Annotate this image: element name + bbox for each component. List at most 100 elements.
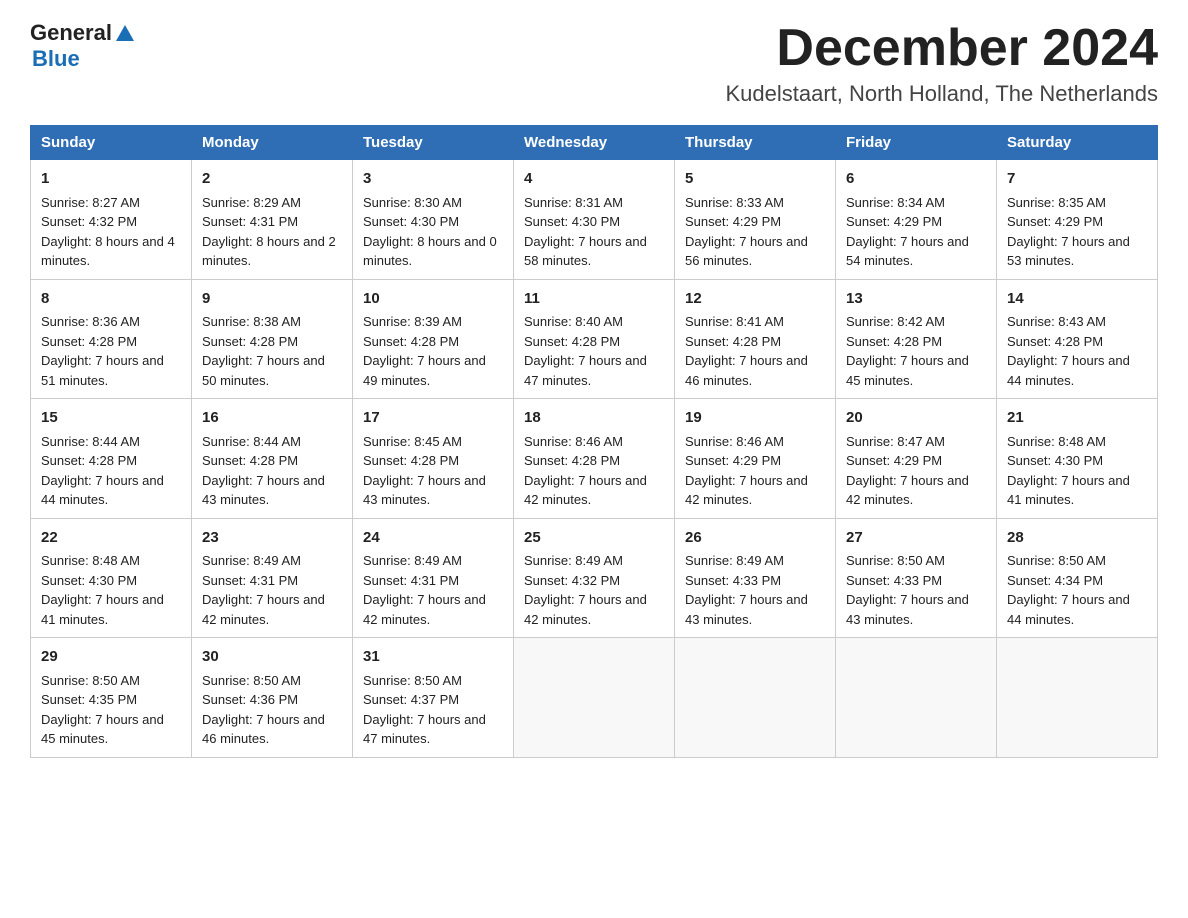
calendar-day-cell: 27Sunrise: 8:50 AMSunset: 4:33 PMDayligh…: [836, 518, 997, 638]
day-number: 1: [41, 168, 181, 191]
header: General Blue December 2024 Kudelstaart, …: [30, 20, 1158, 107]
calendar-day-cell: 16Sunrise: 8:44 AMSunset: 4:28 PMDayligh…: [192, 399, 353, 519]
calendar-day-cell: 29Sunrise: 8:50 AMSunset: 4:35 PMDayligh…: [31, 638, 192, 758]
logo-blue-text: Blue: [32, 46, 80, 72]
day-info: Sunrise: 8:49 AMSunset: 4:31 PMDaylight:…: [363, 551, 503, 629]
weekday-header-wednesday: Wednesday: [514, 126, 675, 160]
day-number: 3: [363, 168, 503, 191]
day-info: Sunrise: 8:49 AMSunset: 4:33 PMDaylight:…: [685, 551, 825, 629]
calendar-day-cell: 6Sunrise: 8:34 AMSunset: 4:29 PMDaylight…: [836, 160, 997, 280]
day-number: 22: [41, 527, 181, 550]
calendar-day-cell: 20Sunrise: 8:47 AMSunset: 4:29 PMDayligh…: [836, 399, 997, 519]
day-info: Sunrise: 8:38 AMSunset: 4:28 PMDaylight:…: [202, 312, 342, 390]
day-info: Sunrise: 8:31 AMSunset: 4:30 PMDaylight:…: [524, 193, 664, 271]
day-number: 11: [524, 288, 664, 311]
day-number: 20: [846, 407, 986, 430]
weekday-header-sunday: Sunday: [31, 126, 192, 160]
day-info: Sunrise: 8:49 AMSunset: 4:32 PMDaylight:…: [524, 551, 664, 629]
day-info: Sunrise: 8:46 AMSunset: 4:29 PMDaylight:…: [685, 432, 825, 510]
day-info: Sunrise: 8:39 AMSunset: 4:28 PMDaylight:…: [363, 312, 503, 390]
day-info: Sunrise: 8:49 AMSunset: 4:31 PMDaylight:…: [202, 551, 342, 629]
day-info: Sunrise: 8:34 AMSunset: 4:29 PMDaylight:…: [846, 193, 986, 271]
weekday-header-monday: Monday: [192, 126, 353, 160]
calendar-week-row: 1Sunrise: 8:27 AMSunset: 4:32 PMDaylight…: [31, 160, 1158, 280]
calendar-title: December 2024: [725, 20, 1158, 77]
title-area: December 2024 Kudelstaart, North Holland…: [725, 20, 1158, 107]
day-number: 30: [202, 646, 342, 669]
day-number: 23: [202, 527, 342, 550]
calendar-day-cell: 21Sunrise: 8:48 AMSunset: 4:30 PMDayligh…: [997, 399, 1158, 519]
day-number: 31: [363, 646, 503, 669]
day-number: 7: [1007, 168, 1147, 191]
calendar-day-cell: [675, 638, 836, 758]
day-info: Sunrise: 8:50 AMSunset: 4:34 PMDaylight:…: [1007, 551, 1147, 629]
calendar-day-cell: 26Sunrise: 8:49 AMSunset: 4:33 PMDayligh…: [675, 518, 836, 638]
calendar-day-cell: 17Sunrise: 8:45 AMSunset: 4:28 PMDayligh…: [353, 399, 514, 519]
day-info: Sunrise: 8:44 AMSunset: 4:28 PMDaylight:…: [41, 432, 181, 510]
calendar-day-cell: 12Sunrise: 8:41 AMSunset: 4:28 PMDayligh…: [675, 279, 836, 399]
weekday-header-saturday: Saturday: [997, 126, 1158, 160]
calendar-day-cell: 4Sunrise: 8:31 AMSunset: 4:30 PMDaylight…: [514, 160, 675, 280]
day-info: Sunrise: 8:50 AMSunset: 4:33 PMDaylight:…: [846, 551, 986, 629]
day-number: 15: [41, 407, 181, 430]
calendar-header-row: SundayMondayTuesdayWednesdayThursdayFrid…: [31, 126, 1158, 160]
calendar-day-cell: 1Sunrise: 8:27 AMSunset: 4:32 PMDaylight…: [31, 160, 192, 280]
day-number: 26: [685, 527, 825, 550]
day-info: Sunrise: 8:36 AMSunset: 4:28 PMDaylight:…: [41, 312, 181, 390]
logo: General Blue: [30, 20, 134, 72]
logo-triangle-icon: [116, 24, 134, 42]
day-number: 17: [363, 407, 503, 430]
calendar-day-cell: 5Sunrise: 8:33 AMSunset: 4:29 PMDaylight…: [675, 160, 836, 280]
day-number: 8: [41, 288, 181, 311]
calendar-day-cell: 15Sunrise: 8:44 AMSunset: 4:28 PMDayligh…: [31, 399, 192, 519]
calendar-body: 1Sunrise: 8:27 AMSunset: 4:32 PMDaylight…: [31, 160, 1158, 758]
day-number: 19: [685, 407, 825, 430]
day-info: Sunrise: 8:48 AMSunset: 4:30 PMDaylight:…: [41, 551, 181, 629]
calendar-day-cell: 9Sunrise: 8:38 AMSunset: 4:28 PMDaylight…: [192, 279, 353, 399]
day-number: 12: [685, 288, 825, 311]
calendar-day-cell: 7Sunrise: 8:35 AMSunset: 4:29 PMDaylight…: [997, 160, 1158, 280]
calendar-day-cell: [836, 638, 997, 758]
day-number: 14: [1007, 288, 1147, 311]
calendar-day-cell: 24Sunrise: 8:49 AMSunset: 4:31 PMDayligh…: [353, 518, 514, 638]
day-info: Sunrise: 8:50 AMSunset: 4:37 PMDaylight:…: [363, 671, 503, 749]
calendar-day-cell: 3Sunrise: 8:30 AMSunset: 4:30 PMDaylight…: [353, 160, 514, 280]
logo-general-text: General: [30, 20, 112, 46]
day-info: Sunrise: 8:41 AMSunset: 4:28 PMDaylight:…: [685, 312, 825, 390]
calendar-day-cell: [997, 638, 1158, 758]
day-info: Sunrise: 8:44 AMSunset: 4:28 PMDaylight:…: [202, 432, 342, 510]
calendar-day-cell: 25Sunrise: 8:49 AMSunset: 4:32 PMDayligh…: [514, 518, 675, 638]
day-number: 5: [685, 168, 825, 191]
calendar-day-cell: 28Sunrise: 8:50 AMSunset: 4:34 PMDayligh…: [997, 518, 1158, 638]
day-info: Sunrise: 8:47 AMSunset: 4:29 PMDaylight:…: [846, 432, 986, 510]
calendar-day-cell: 18Sunrise: 8:46 AMSunset: 4:28 PMDayligh…: [514, 399, 675, 519]
calendar-day-cell: 14Sunrise: 8:43 AMSunset: 4:28 PMDayligh…: [997, 279, 1158, 399]
weekday-header-tuesday: Tuesday: [353, 126, 514, 160]
calendar-day-cell: 23Sunrise: 8:49 AMSunset: 4:31 PMDayligh…: [192, 518, 353, 638]
calendar-day-cell: 30Sunrise: 8:50 AMSunset: 4:36 PMDayligh…: [192, 638, 353, 758]
day-info: Sunrise: 8:48 AMSunset: 4:30 PMDaylight:…: [1007, 432, 1147, 510]
day-info: Sunrise: 8:46 AMSunset: 4:28 PMDaylight:…: [524, 432, 664, 510]
calendar-week-row: 29Sunrise: 8:50 AMSunset: 4:35 PMDayligh…: [31, 638, 1158, 758]
day-number: 21: [1007, 407, 1147, 430]
day-info: Sunrise: 8:35 AMSunset: 4:29 PMDaylight:…: [1007, 193, 1147, 271]
day-number: 24: [363, 527, 503, 550]
calendar-week-row: 15Sunrise: 8:44 AMSunset: 4:28 PMDayligh…: [31, 399, 1158, 519]
day-number: 2: [202, 168, 342, 191]
calendar-day-cell: 13Sunrise: 8:42 AMSunset: 4:28 PMDayligh…: [836, 279, 997, 399]
day-number: 27: [846, 527, 986, 550]
calendar-week-row: 8Sunrise: 8:36 AMSunset: 4:28 PMDaylight…: [31, 279, 1158, 399]
day-info: Sunrise: 8:27 AMSunset: 4:32 PMDaylight:…: [41, 193, 181, 271]
day-info: Sunrise: 8:40 AMSunset: 4:28 PMDaylight:…: [524, 312, 664, 390]
weekday-header-friday: Friday: [836, 126, 997, 160]
weekday-header-thursday: Thursday: [675, 126, 836, 160]
day-info: Sunrise: 8:33 AMSunset: 4:29 PMDaylight:…: [685, 193, 825, 271]
calendar-day-cell: 22Sunrise: 8:48 AMSunset: 4:30 PMDayligh…: [31, 518, 192, 638]
day-number: 29: [41, 646, 181, 669]
day-number: 25: [524, 527, 664, 550]
day-info: Sunrise: 8:42 AMSunset: 4:28 PMDaylight:…: [846, 312, 986, 390]
calendar-subtitle: Kudelstaart, North Holland, The Netherla…: [725, 81, 1158, 107]
calendar-day-cell: 31Sunrise: 8:50 AMSunset: 4:37 PMDayligh…: [353, 638, 514, 758]
calendar-day-cell: 10Sunrise: 8:39 AMSunset: 4:28 PMDayligh…: [353, 279, 514, 399]
calendar-week-row: 22Sunrise: 8:48 AMSunset: 4:30 PMDayligh…: [31, 518, 1158, 638]
